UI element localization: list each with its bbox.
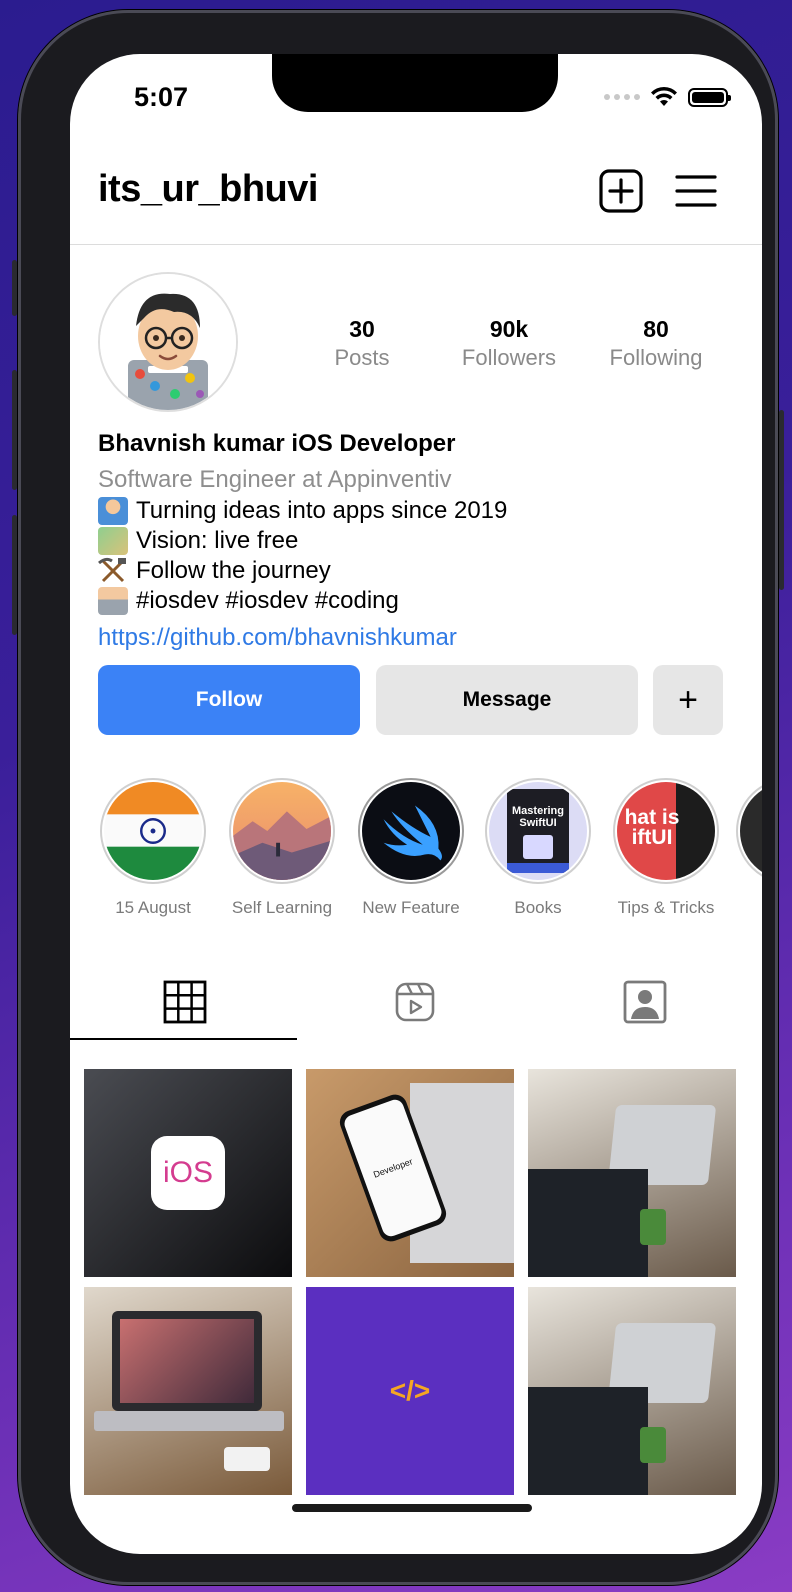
reels-icon bbox=[395, 982, 435, 1022]
following-stat[interactable]: 80 Following bbox=[586, 316, 726, 371]
story-highlights: 15 August Self Learning New Feature Mast… bbox=[70, 778, 762, 918]
highlight-label: New Feature bbox=[362, 898, 460, 917]
highlight-label: Tips & Tricks bbox=[617, 898, 715, 917]
hammer-and-pick-emoji bbox=[98, 557, 126, 583]
mountain-sunset-image bbox=[233, 782, 331, 880]
green-mug bbox=[640, 1427, 666, 1463]
india-flag-image bbox=[104, 782, 202, 880]
app-screen: 5:07 its_ur_bhuvi 30 Posts 90k Followers… bbox=[70, 54, 762, 1554]
highlight-books[interactable]: Mastering SwiftUI Books bbox=[483, 778, 593, 918]
status-icons bbox=[604, 86, 731, 108]
ios-logo-post[interactable]: iOS bbox=[84, 1069, 292, 1277]
green-mug bbox=[640, 1209, 666, 1245]
bio-line-text: Vision: live free bbox=[136, 527, 299, 554]
posts-stat[interactable]: 30 Posts bbox=[292, 316, 432, 371]
swift-logo-image bbox=[362, 782, 460, 880]
book-title: Mastering SwiftUI bbox=[512, 805, 564, 829]
memoji-avatar-image bbox=[100, 274, 236, 410]
person-raising-hand-emoji bbox=[98, 497, 128, 525]
laptop-typing-post[interactable] bbox=[84, 1287, 292, 1495]
profile-avatar[interactable] bbox=[98, 272, 238, 412]
tab-reels[interactable] bbox=[300, 964, 530, 1040]
profile-name: Bhavnish kumar iOS Developer bbox=[98, 430, 456, 457]
posts-label: Posts bbox=[334, 345, 390, 370]
volume-up-button bbox=[12, 370, 17, 490]
laptop-base bbox=[94, 1411, 284, 1431]
following-label: Following bbox=[609, 345, 703, 370]
home-indicator[interactable] bbox=[292, 1504, 532, 1512]
plus-square-icon[interactable] bbox=[598, 168, 644, 214]
volume-down-button bbox=[12, 515, 17, 635]
cellular-signal-icon bbox=[604, 94, 640, 100]
tagged-person-icon bbox=[623, 980, 667, 1024]
active-tab-indicator bbox=[70, 1038, 297, 1040]
following-count: 80 bbox=[643, 316, 669, 342]
highlight-15-august[interactable]: 15 August bbox=[98, 778, 208, 918]
highlight-partial[interactable] bbox=[736, 778, 762, 884]
status-time: 5:07 bbox=[134, 82, 189, 112]
profile-website-link[interactable]: https://github.com/bhavnishkumar bbox=[98, 624, 738, 652]
followers-label: Followers bbox=[461, 345, 557, 370]
bio-line-1: Turning ideas into apps since 2019 bbox=[98, 497, 738, 525]
technologist-emoji bbox=[98, 587, 128, 615]
phone-frame: 5:07 its_ur_bhuvi 30 Posts 90k Followers… bbox=[12, 10, 784, 1585]
developers-coding-post[interactable] bbox=[528, 1069, 736, 1277]
hamburger-menu-icon[interactable] bbox=[673, 168, 719, 214]
wifi-icon bbox=[651, 86, 677, 106]
followers-stat[interactable]: 90k Followers bbox=[439, 316, 579, 371]
notch bbox=[272, 54, 558, 112]
phone-on-desk bbox=[224, 1447, 270, 1471]
follow-button[interactable]: Follow bbox=[98, 665, 360, 735]
tab-tagged[interactable] bbox=[530, 964, 760, 1040]
tips-cover-text: hat is iftUI bbox=[624, 806, 680, 849]
developers-coding-post-2[interactable] bbox=[528, 1287, 736, 1495]
iphone-on-laptop-post[interactable]: Developer bbox=[306, 1069, 514, 1277]
profile-bio: Bhavnish kumar iOS Developer Software En… bbox=[98, 430, 738, 652]
highlight-new-feature[interactable]: New Feature bbox=[356, 778, 466, 918]
username-title[interactable]: its_ur_bhuvi bbox=[98, 168, 318, 211]
highlight-tips-tricks[interactable]: hat is iftUI Tips & Tricks bbox=[611, 778, 721, 918]
bio-line-3: Follow the journey bbox=[98, 557, 738, 584]
money-with-wings-emoji bbox=[98, 527, 128, 555]
posts-count: 30 bbox=[349, 316, 375, 342]
followers-count: 90k bbox=[489, 316, 529, 342]
laptop-screen bbox=[112, 1311, 262, 1411]
bio-line-text: Turning ideas into apps since 2019 bbox=[136, 497, 508, 524]
highlight-label: Books bbox=[514, 898, 562, 917]
tab-posts-grid[interactable] bbox=[70, 964, 300, 1040]
bio-line-text: #iosdev #iosdev #coding bbox=[136, 587, 399, 614]
bio-line-4: #iosdev #iosdev #coding bbox=[98, 587, 738, 615]
code-symbol-post[interactable]: </> bbox=[306, 1287, 514, 1495]
bio-line-2: Vision: live free bbox=[98, 527, 738, 555]
mute-switch bbox=[12, 260, 17, 316]
power-button bbox=[779, 410, 784, 590]
grid-icon bbox=[163, 980, 207, 1024]
suggested-accounts-button[interactable]: + bbox=[653, 665, 723, 735]
highlight-self-learning[interactable]: Self Learning bbox=[227, 778, 337, 918]
ios-app-icon: iOS bbox=[151, 1136, 225, 1210]
ios-badge: iOS bbox=[162, 1156, 213, 1189]
code-screen bbox=[528, 1387, 648, 1495]
message-button[interactable]: Message bbox=[376, 665, 638, 735]
content-tabs bbox=[70, 964, 762, 1040]
developer-text: Developer bbox=[372, 1156, 414, 1180]
profile-header: its_ur_bhuvi bbox=[70, 154, 762, 245]
code-brackets-image: </> bbox=[389, 1375, 431, 1406]
profile-subtitle: Software Engineer at Appinventiv bbox=[98, 466, 452, 493]
bio-line-text: Follow the journey bbox=[136, 557, 331, 584]
highlight-label: Self Learning bbox=[231, 898, 333, 917]
battery-icon bbox=[688, 87, 731, 107]
book-cover-image: Mastering SwiftUI bbox=[507, 789, 569, 873]
code-screen bbox=[528, 1169, 648, 1277]
highlight-label: 15 August bbox=[115, 898, 191, 917]
